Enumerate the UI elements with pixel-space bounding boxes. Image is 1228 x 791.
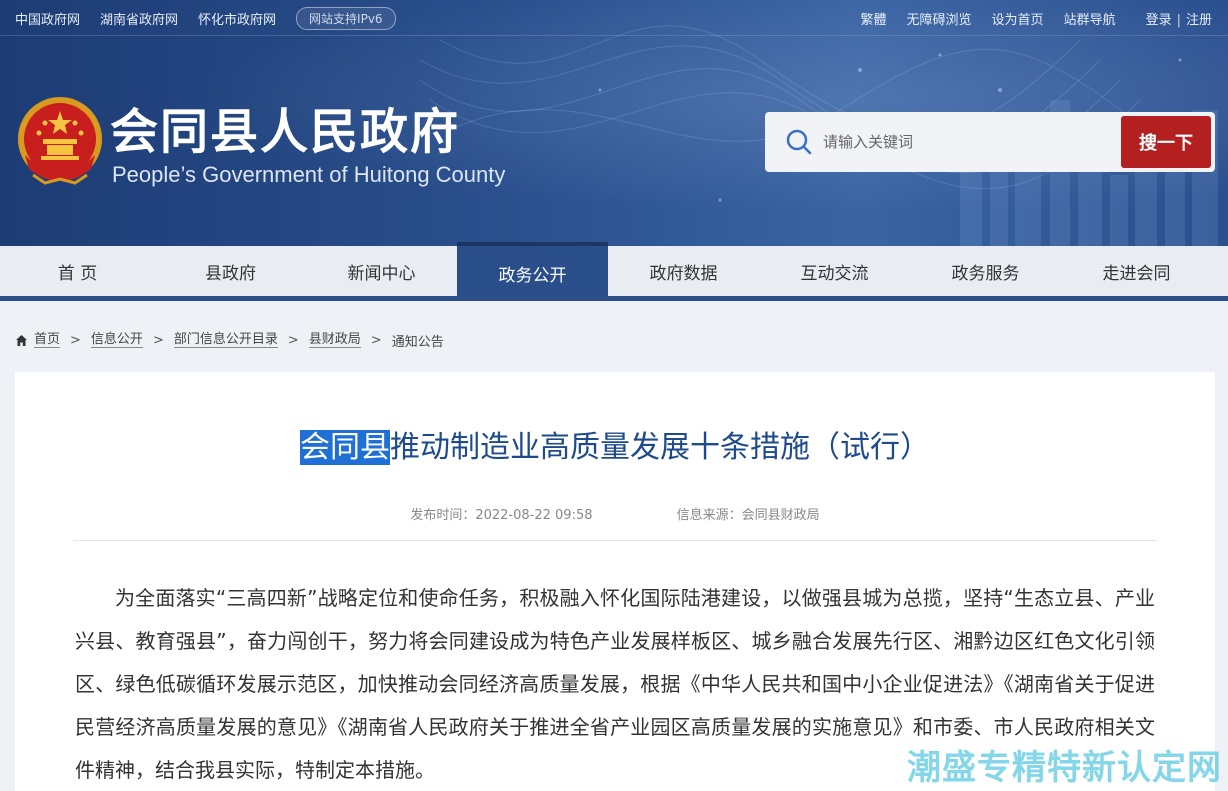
breadcrumb-separator: >	[287, 332, 299, 348]
nav-item-interaction[interactable]: 互动交流	[759, 246, 910, 296]
link-huaihua-gov[interactable]: 怀化市政府网	[198, 9, 276, 28]
breadcrumb-separator: >	[370, 332, 382, 348]
breadcrumb-notices[interactable]: 通知公告	[392, 331, 444, 350]
breadcrumb-info-open[interactable]: 信息公开	[90, 332, 143, 348]
breadcrumb: 首页 > 信息公开 > 部门信息公开目录 > 县财政局 > 通知公告	[15, 331, 444, 350]
article-meta: 发布时间：2022-08-22 09:58 信息来源：会同县财政局	[15, 504, 1215, 523]
nav-item-gov-services[interactable]: 政务服务	[910, 246, 1061, 296]
watermark: 潮盛专精特新认定网	[907, 748, 1222, 788]
top-utility-bar: 中国政府网 湖南省政府网 怀化市政府网 网站支持IPv6 繁體 无障碍浏览 设为…	[0, 0, 1228, 36]
article-title: 会同县推动制造业高质量发展十条措施（试行）	[15, 422, 1215, 466]
link-gov-cn[interactable]: 中国政府网	[15, 9, 80, 28]
search-icon	[786, 129, 812, 155]
article-title-selected-text[interactable]: 会同县	[300, 430, 390, 465]
ipv6-badge: 网站支持IPv6	[296, 6, 396, 30]
login-separator: |	[1176, 12, 1181, 28]
home-icon	[16, 334, 27, 346]
link-hunan-gov[interactable]: 湖南省政府网	[100, 9, 178, 28]
breadcrumb-separator: >	[70, 332, 81, 348]
nav-item-gov-affairs-open[interactable]: 政务公开	[457, 242, 608, 297]
search-button[interactable]: 搜一下	[1121, 116, 1211, 168]
nav-item-gov-data[interactable]: 政府数据	[608, 246, 759, 296]
article-title-text[interactable]: 推动制造业高质量发展十条措施（试行）	[390, 430, 930, 465]
breadcrumb-home[interactable]: 首页	[34, 332, 61, 348]
set-homepage-link[interactable]: 设为首页	[992, 9, 1044, 28]
national-emblem-icon[interactable]	[15, 95, 105, 187]
accessibility-link[interactable]: 无障碍浏览	[907, 9, 972, 28]
auth-links: 登录 | 注册	[1146, 9, 1212, 28]
search-input[interactable]	[823, 126, 1113, 158]
breadcrumb-separator: >	[152, 332, 164, 348]
main-nav: 首 页 县政府 新闻中心 政务公开 政府数据 互动交流 政务服务 走进会同	[0, 242, 1228, 301]
site-group-nav-link[interactable]: 站群导航	[1064, 9, 1116, 28]
nav-item-county-gov[interactable]: 县政府	[155, 246, 306, 296]
breadcrumb-dept-directory[interactable]: 部门信息公开目录	[173, 332, 278, 348]
register-link[interactable]: 注册	[1186, 13, 1212, 28]
divider	[73, 540, 1157, 541]
header-banner: 中国政府网 湖南省政府网 怀化市政府网 网站支持IPv6 繁體 无障碍浏览 设为…	[0, 0, 1228, 246]
nav-item-about-huitong[interactable]: 走进会同	[1061, 246, 1212, 296]
breadcrumb-finance-bureau[interactable]: 县财政局	[308, 332, 361, 348]
site-subtitle: People’s Government of Huitong County	[112, 162, 506, 187]
traditional-chinese-link[interactable]: 繁體	[861, 9, 887, 28]
publish-time: 发布时间：2022-08-22 09:58	[410, 508, 593, 523]
site-title: 会同县人民政府	[110, 104, 461, 160]
nav-item-home[interactable]: 首 页	[0, 246, 155, 296]
nav-item-news-center[interactable]: 新闻中心	[306, 246, 457, 296]
search-box: 搜一下	[765, 112, 1215, 172]
info-source: 信息来源：会同县财政局	[676, 508, 820, 523]
login-link[interactable]: 登录	[1146, 13, 1172, 28]
article-card: 会同县推动制造业高质量发展十条措施（试行） 发布时间：2022-08-22 09…	[15, 372, 1215, 791]
